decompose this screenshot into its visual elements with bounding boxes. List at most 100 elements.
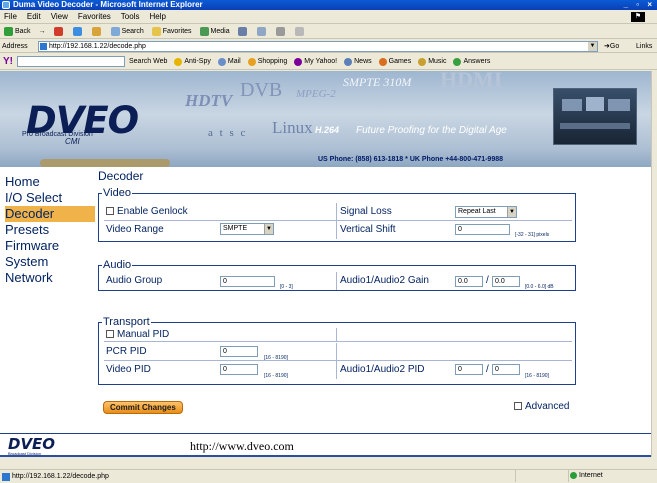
video-row-1: Enable Genlock Signal Loss Repeat Last ▼ — [104, 203, 572, 221]
audio2-pid-input[interactable]: 0 — [492, 364, 520, 375]
menu-help[interactable]: Help — [149, 10, 165, 23]
gain-separator: / — [486, 275, 489, 286]
history-button[interactable] — [237, 27, 249, 36]
pid-separator: / — [486, 364, 489, 375]
video-pid-input[interactable]: 0 — [220, 364, 258, 375]
enable-genlock-checkbox[interactable]: Enable Genlock — [106, 203, 188, 220]
shopping-icon — [247, 57, 256, 66]
shopping-link[interactable]: Shopping — [247, 54, 287, 70]
links-button[interactable]: Links — [636, 40, 652, 53]
home-button[interactable] — [91, 27, 103, 36]
nav-home[interactable]: Home — [5, 174, 95, 190]
signal-loss-select[interactable]: Repeat Last ▼ — [455, 206, 517, 218]
news-link[interactable]: News — [344, 54, 372, 70]
atsc-word: a t s c — [208, 127, 248, 139]
side-navigation: Home I/O Select Decoder Presets Firmware… — [5, 174, 95, 286]
menu-tools[interactable]: Tools — [121, 10, 140, 23]
yahoo-logo[interactable]: Y! — [3, 54, 13, 70]
print-button[interactable] — [275, 27, 287, 36]
menu-favorites[interactable]: Favorites — [78, 10, 111, 23]
search-web-button[interactable]: Search Web — [129, 54, 167, 70]
nav-decoder[interactable]: Decoder — [5, 206, 95, 222]
smpte-word: SMPTE 310M — [343, 75, 412, 89]
mail-icon — [217, 57, 226, 66]
search-web-label: Search Web — [129, 57, 168, 65]
chevron-down-icon: ▼ — [507, 207, 516, 217]
answers-link[interactable]: Answers — [453, 54, 490, 70]
games-icon — [378, 57, 387, 66]
vertical-shift-hint: [-32 - 31] pixels — [515, 232, 550, 238]
genlock-checkbox-box[interactable] — [106, 207, 114, 215]
advanced-checkbox[interactable]: Advanced — [514, 401, 569, 412]
address-dropdown-icon[interactable]: ▼ — [588, 42, 597, 51]
audio2-gain-input[interactable]: 0.0 — [492, 276, 520, 287]
favorites-label: Favorites — [162, 27, 192, 35]
chevron-down-icon: ▼ — [264, 224, 273, 234]
video-range-select[interactable]: SMPTE ▼ — [220, 223, 274, 235]
page-title: Decoder — [98, 169, 144, 183]
status-panes — [515, 470, 555, 482]
pcr-pid-label: PCR PID — [106, 346, 147, 357]
menu-file[interactable]: File — [4, 10, 17, 23]
mail-link[interactable]: Mail — [217, 54, 241, 70]
my-yahoo-link[interactable]: My Yahoo! — [294, 54, 337, 70]
pcr-pid-input[interactable]: 0 — [220, 346, 258, 357]
back-button[interactable]: Back — [4, 25, 31, 39]
window-title: Duma Video Decoder - Microsoft Internet … — [13, 0, 203, 9]
nav-io-select[interactable]: I/O Select — [5, 190, 95, 206]
back-arrow-icon — [4, 27, 13, 36]
my-yahoo-label: My Yahoo! — [304, 57, 338, 65]
print-icon — [275, 27, 285, 36]
satellite-dish-image — [40, 159, 170, 167]
nav-firmware[interactable]: Firmware — [5, 238, 95, 254]
vertical-scrollbar[interactable] — [651, 71, 657, 457]
manual-pid-checkbox-box[interactable] — [106, 330, 114, 338]
music-label: Music — [428, 57, 447, 65]
audio-group-input[interactable]: 0 — [220, 276, 275, 287]
nav-presets[interactable]: Presets — [5, 222, 95, 238]
menu-edit[interactable]: Edit — [27, 10, 41, 23]
nav-network[interactable]: Network — [5, 270, 95, 286]
dvb-word: DVB — [240, 79, 283, 101]
music-link[interactable]: Music — [418, 54, 446, 70]
video-pid-label: Video PID — [106, 364, 151, 375]
division-text: Pro Broadcast Division — [22, 131, 93, 138]
menu-view[interactable]: View — [51, 10, 68, 23]
refresh-icon — [72, 27, 82, 36]
anti-spy-button[interactable]: Anti-Spy — [174, 54, 211, 70]
advanced-checkbox-box[interactable] — [514, 402, 522, 410]
mail-button[interactable] — [256, 27, 268, 36]
media-button[interactable]: Media — [199, 25, 230, 39]
window-controls[interactable]: _ ▫ × — [624, 0, 655, 10]
address-label: Address — [2, 43, 28, 50]
vertical-shift-label: Vertical Shift — [340, 224, 396, 235]
forward-button[interactable]: → — [39, 25, 46, 39]
favorites-button[interactable]: Favorites — [151, 25, 192, 39]
advanced-label: Advanced — [525, 401, 570, 412]
commit-changes-button[interactable]: Commit Changes — [103, 401, 183, 414]
audio1-gain-input[interactable]: 0.0 — [455, 276, 483, 287]
broadcast-room-image — [553, 88, 637, 145]
video-range-value: SMPTE — [223, 225, 248, 232]
menu-bar: File Edit View Favorites Tools Help ⚑ — [0, 10, 657, 24]
cmi-logo: CMI — [65, 137, 80, 146]
address-input[interactable]: http://192.168.1.22/decode.php ▼ — [38, 41, 598, 52]
audio-row: Audio Group 0 [0 - 3] Audio1/Audio2 Gain… — [104, 272, 572, 290]
stop-button[interactable] — [53, 27, 65, 36]
footer-url-link[interactable]: http://www.dveo.com — [190, 439, 294, 454]
search-button[interactable]: Search — [110, 25, 144, 39]
news-label: News — [354, 57, 372, 65]
audio1-pid-input[interactable]: 0 — [455, 364, 483, 375]
audio-group-label: Audio Group — [106, 275, 163, 286]
vertical-shift-input[interactable]: 0 — [455, 224, 510, 235]
my-yahoo-icon — [294, 57, 303, 66]
page-content: DVEO Pro Broadcast Division CMI HDTV DVB… — [0, 71, 651, 457]
nav-system[interactable]: System — [5, 254, 95, 270]
manual-pid-checkbox[interactable]: Manual PID — [106, 328, 169, 341]
refresh-button[interactable] — [72, 27, 84, 36]
games-link[interactable]: Games — [378, 54, 411, 70]
edit-button[interactable] — [294, 27, 306, 36]
go-button[interactable]: ➜Go — [604, 40, 619, 53]
video-row-2: Video Range SMPTE ▼ Vertical Shift 0 [-32… — [104, 221, 572, 239]
yahoo-search-input[interactable] — [17, 56, 125, 67]
